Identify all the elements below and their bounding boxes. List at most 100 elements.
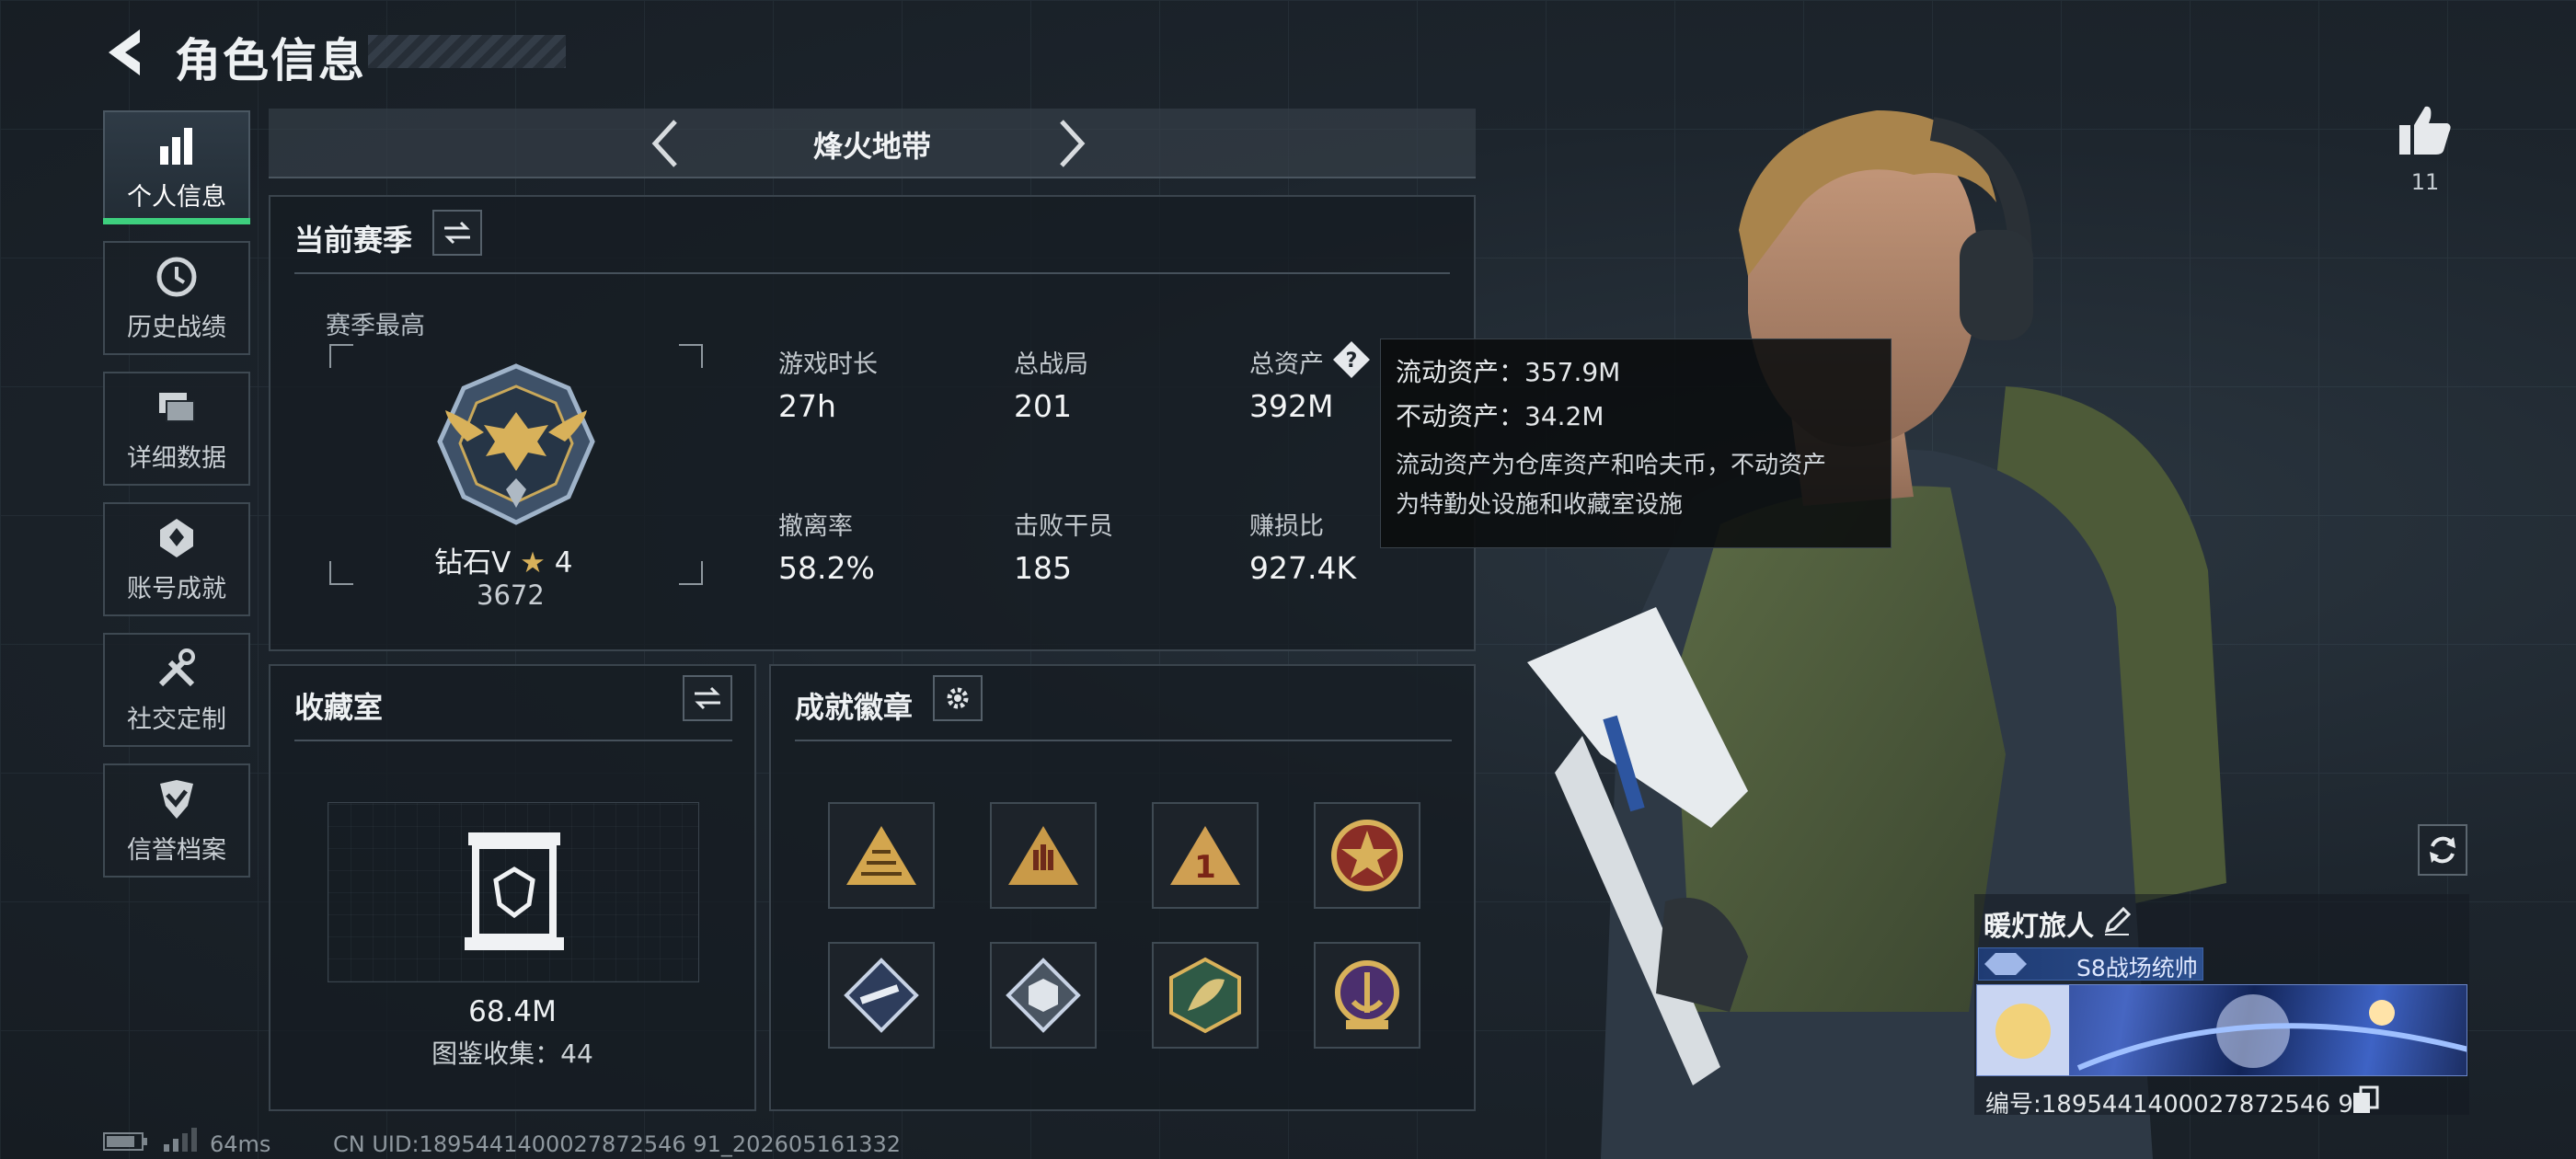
refresh-button[interactable] bbox=[2418, 824, 2467, 876]
divider bbox=[795, 740, 1452, 741]
thumbs-up-icon bbox=[2399, 106, 2451, 155]
cards-icon bbox=[152, 384, 201, 430]
footer-uid: CN UID:1895441400027872546 91_2026051613… bbox=[333, 1131, 902, 1157]
profile-name: 暖灯旅人 bbox=[1984, 911, 2094, 943]
clock-icon bbox=[152, 254, 201, 300]
mode-selector: 烽火地带 bbox=[269, 109, 1476, 178]
season-best-label: 赛季最高 bbox=[326, 312, 425, 340]
stat-value-profit-loss: 927.4K bbox=[1249, 550, 1357, 586]
collection-catalog: 图鉴收集：44 bbox=[431, 1039, 593, 1069]
season-switch-button[interactable] bbox=[432, 210, 482, 256]
profile-title: S8战场统帅 bbox=[2076, 955, 2198, 981]
signal-icon bbox=[162, 1128, 199, 1153]
pencil-icon bbox=[2104, 906, 2132, 935]
swap-icon bbox=[444, 221, 470, 245]
season-heading: 当前赛季 bbox=[294, 223, 413, 258]
profile-title-badge: S8战场统帅 bbox=[1978, 947, 2203, 981]
sidebar-item-reputation[interactable]: 信誉档案 bbox=[103, 763, 250, 878]
collection-heading: 收藏室 bbox=[294, 690, 384, 725]
sidebar-item-personal-info[interactable]: 个人信息 bbox=[103, 110, 250, 224]
stat-label-playtime: 游戏时长 bbox=[778, 350, 878, 379]
pyramid-badge-icon[interactable] bbox=[828, 802, 935, 909]
tooltip-fixed-assets: 不动资产：34.2M bbox=[1396, 401, 1604, 431]
back-button[interactable] bbox=[103, 28, 149, 77]
anchor-badge-icon[interactable] bbox=[1314, 942, 1420, 1049]
collection-panel: 收藏室 68.4M 图鉴收集：44 bbox=[269, 664, 756, 1111]
sidebar-item-label: 历史战绩 bbox=[127, 313, 226, 342]
collection-switch-button[interactable] bbox=[683, 675, 732, 721]
medal-icon bbox=[152, 515, 201, 561]
sidebar-item-label: 社交定制 bbox=[127, 705, 226, 734]
cube-badge-icon[interactable] bbox=[990, 942, 1097, 1049]
copy-icon bbox=[2353, 1085, 2379, 1113]
rank-emblem-icon bbox=[431, 361, 602, 535]
sidebar-item-social-custom[interactable]: 社交定制 bbox=[103, 633, 250, 747]
rank-stars: 4 bbox=[554, 546, 573, 580]
profile-banner[interactable] bbox=[1976, 984, 2467, 1076]
achievements-heading: 成就徽章 bbox=[795, 690, 914, 725]
shield-check-icon bbox=[152, 776, 201, 822]
mode-name: 烽火地带 bbox=[812, 129, 931, 164]
star-icon: ★ bbox=[520, 546, 546, 580]
title-emblem-icon bbox=[1984, 953, 2027, 975]
sidebar-item-label: 个人信息 bbox=[127, 182, 226, 212]
page-title: 角色信息 bbox=[175, 34, 366, 87]
divider bbox=[294, 272, 1450, 274]
stat-label-extraction-rate: 撤离率 bbox=[778, 512, 853, 541]
leaf-badge-icon[interactable] bbox=[1152, 942, 1259, 1049]
frame-corner bbox=[679, 344, 703, 368]
stat-value-extraction-rate: 58.2% bbox=[778, 550, 875, 586]
edit-name-button[interactable] bbox=[2101, 905, 2133, 936]
stat-value-total-assets: 392M bbox=[1249, 388, 1334, 424]
bar-chart-icon bbox=[152, 123, 201, 169]
profile-id: 编号:1895441400027872546 91 bbox=[1985, 1091, 2369, 1119]
gear-icon bbox=[947, 687, 969, 709]
swap-icon bbox=[695, 686, 720, 710]
collection-preview[interactable] bbox=[328, 802, 699, 982]
help-icon[interactable]: ? bbox=[1332, 340, 1371, 379]
hand-badge-icon[interactable] bbox=[990, 802, 1097, 909]
divider bbox=[294, 740, 732, 741]
sidebar-item-label: 详细数据 bbox=[127, 443, 226, 473]
stat-label-profit-loss: 赚损比 bbox=[1249, 512, 1324, 541]
collection-value: 68.4M bbox=[468, 995, 557, 1028]
rocket-badge-icon[interactable] bbox=[828, 942, 935, 1049]
stat-value-operators-killed: 185 bbox=[1014, 550, 1072, 586]
stat-value-total-matches: 201 bbox=[1014, 388, 1072, 424]
display-case-icon bbox=[465, 832, 564, 950]
achievements-panel: 成就徽章 1 bbox=[769, 664, 1476, 1111]
tooltip-liquid-assets: 流动资产：357.9M bbox=[1396, 357, 1621, 387]
sidebar-item-detail-data[interactable]: 详细数据 bbox=[103, 372, 250, 486]
sidebar-item-achievements[interactable]: 账号成就 bbox=[103, 502, 250, 616]
header-stripe-decoration bbox=[368, 35, 566, 68]
svg-text:?: ? bbox=[1346, 350, 1358, 373]
banner-artwork bbox=[1977, 985, 2467, 1075]
season-panel: 当前赛季 赛季最高 钻石V ★ 4 3672 游戏时长 27h 总战局 201 … bbox=[269, 195, 1476, 651]
copy-id-button[interactable] bbox=[2352, 1085, 2379, 1115]
frame-corner bbox=[329, 344, 353, 368]
tooltip-description-line-2: 为特勤处设施和收藏室设施 bbox=[1396, 491, 1684, 519]
sidebar-item-history[interactable]: 历史战绩 bbox=[103, 241, 250, 355]
rank-score: 3672 bbox=[477, 580, 545, 611]
frame-corner bbox=[679, 561, 703, 585]
next-mode-button[interactable] bbox=[1052, 118, 1098, 169]
frame-corner bbox=[329, 561, 353, 585]
like-count: 11 bbox=[2410, 169, 2440, 195]
stat-label-total-matches: 总战局 bbox=[1014, 350, 1088, 379]
assets-tooltip: 流动资产：357.9M 不动资产：34.2M 流动资产为仓库资产和哈夫币，不动资… bbox=[1380, 339, 1892, 548]
chevron-right-icon bbox=[1060, 120, 1086, 167]
battery-icon bbox=[103, 1131, 149, 1152]
star-badge-icon[interactable] bbox=[1314, 802, 1420, 909]
achievements-settings-button[interactable] bbox=[933, 675, 983, 721]
tooltip-description-line-1: 流动资产为仓库资产和哈夫币，不动资产 bbox=[1396, 452, 1827, 479]
back-arrow-icon bbox=[109, 29, 140, 75]
sidebar-item-label: 账号成就 bbox=[127, 574, 226, 603]
stat-label-total-assets: 总资产 bbox=[1249, 350, 1324, 379]
sidebar-item-label: 信誉档案 bbox=[127, 835, 226, 865]
stat-label-operators-killed: 击败干员 bbox=[1014, 512, 1113, 541]
tools-icon bbox=[152, 646, 201, 692]
like-button[interactable] bbox=[2398, 103, 2453, 156]
ping-readout: 64ms bbox=[210, 1131, 271, 1157]
rank-name: 钻石V bbox=[434, 546, 512, 580]
number-one-badge-icon[interactable]: 1 bbox=[1152, 802, 1259, 909]
